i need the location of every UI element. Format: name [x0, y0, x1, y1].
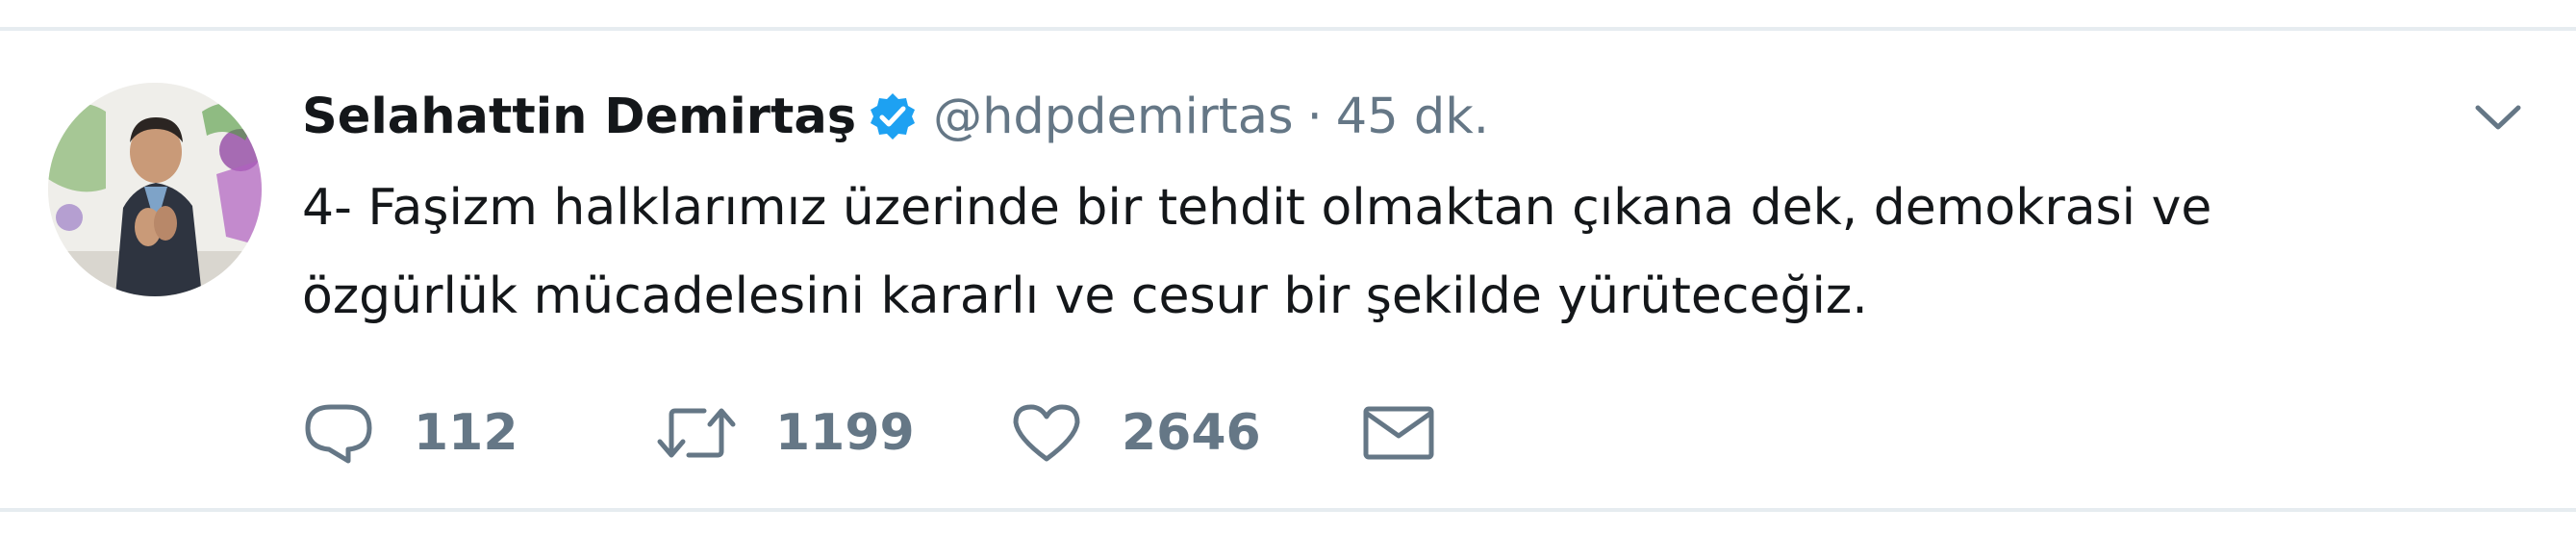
retweet-icon: [657, 408, 736, 458]
reply-button[interactable]: 112: [302, 401, 656, 465]
heart-icon: [1013, 404, 1080, 462]
chevron-down-icon[interactable]: [2472, 98, 2524, 137]
author-handle[interactable]: @hdpdemirtas: [933, 89, 1293, 145]
top-divider: [0, 27, 2576, 31]
verified-badge-icon: [868, 91, 918, 141]
avatar[interactable]: [48, 83, 262, 296]
tweet-text-line: 4- Faşizm halklarımız üzerinde bir tehdi…: [302, 179, 2212, 237]
tweet-actions: 112 1199 2646: [302, 394, 1436, 471]
tweet-text: 4- Faşizm halklarımız üzerinde bir tehdi…: [302, 164, 2466, 341]
tweet-text-line: özgürlük mücadelesini kararlı ve cesur b…: [302, 267, 1868, 325]
direct-message-button[interactable]: [1361, 403, 1436, 463]
like-count: 2646: [1122, 404, 1261, 462]
author-name[interactable]: Selahattin Demirtaş: [302, 89, 856, 145]
reply-count: 112: [414, 404, 518, 462]
retweet-button[interactable]: 1199: [656, 401, 1010, 465]
bottom-divider: [0, 508, 2576, 512]
avatar-photo: [48, 83, 262, 296]
envelope-icon: [1363, 406, 1434, 460]
tweet-header: Selahattin Demirtaş @hdpdemirtas · 45 dk…: [302, 83, 1489, 150]
tweet-timestamp[interactable]: 45 dk.: [1336, 89, 1489, 145]
retweet-count: 1199: [775, 404, 915, 462]
separator-dot: ·: [1306, 88, 1323, 145]
like-button[interactable]: 2646: [1010, 401, 1361, 465]
reply-icon: [305, 404, 372, 464]
tweet-card[interactable]: Selahattin Demirtaş @hdpdemirtas · 45 dk…: [0, 0, 2576, 534]
